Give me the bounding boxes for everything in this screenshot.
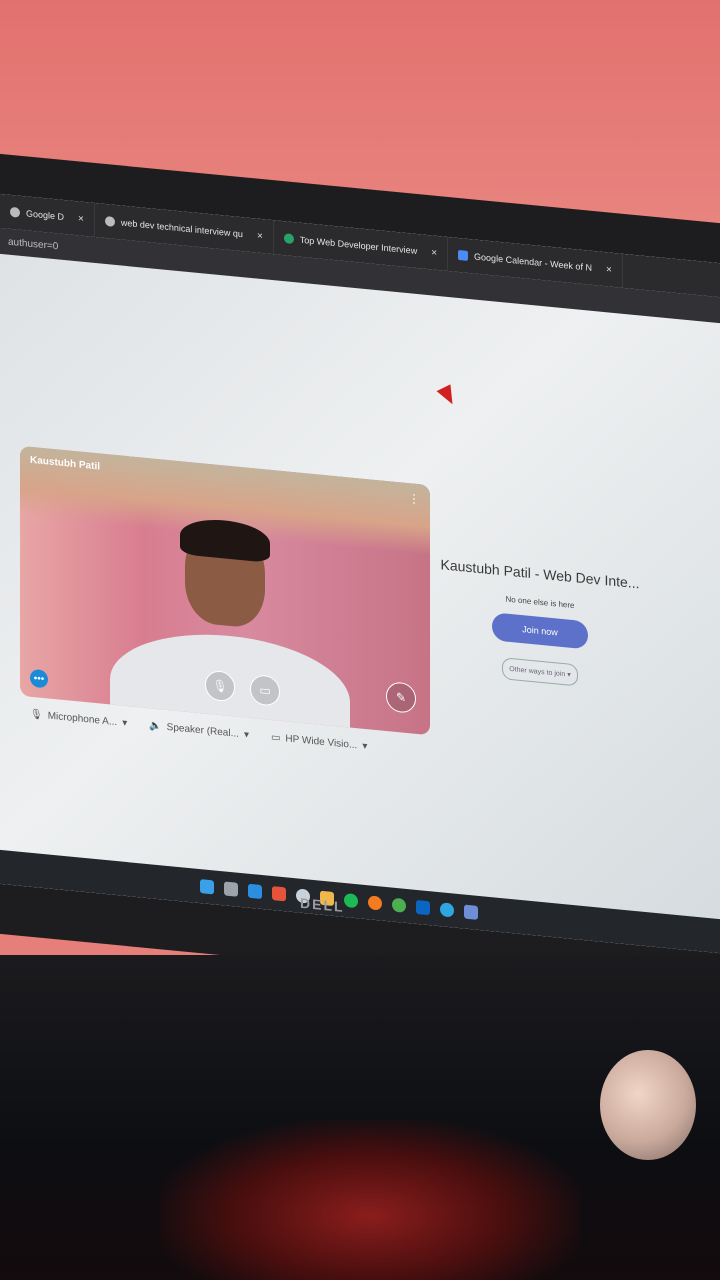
laptop-screen: Google D × web dev technical interview q…: [0, 193, 720, 958]
speaker-label: Speaker (Real...: [166, 721, 239, 740]
tab-label: Google D: [26, 208, 65, 223]
camera-label: HP Wide Visio...: [285, 733, 358, 752]
microphone-label: Microphone A...: [47, 710, 118, 729]
chevron-down-icon: ▾: [565, 671, 571, 679]
vscode-icon[interactable]: [248, 883, 262, 900]
video-camera-icon: ▭: [259, 682, 271, 698]
tab-favicon-icon: [104, 215, 115, 227]
windows-start-icon[interactable]: [200, 879, 214, 895]
join-now-button[interactable]: Join now: [492, 612, 588, 650]
tab-label: Top Web Developer Interview: [299, 234, 418, 257]
laptop-lid: Google D × web dev technical interview q…: [0, 150, 720, 1008]
more-options-icon[interactable]: ⋮: [408, 491, 420, 506]
camera-preview: Kaustubh Patil ⋮ 🎙 ▭ ✎ •••: [20, 445, 430, 736]
brave-browser-icon[interactable]: [272, 886, 286, 902]
tab-favicon-icon: [283, 233, 294, 245]
more-options-dots-icon[interactable]: •••: [30, 668, 48, 689]
meeting-title: Kaustubh Patil - Web Dev Inte...: [440, 556, 640, 592]
visual-effects-button[interactable]: ✎: [386, 681, 416, 714]
wallpaper-moon: [600, 1050, 696, 1160]
edge-icon[interactable]: [440, 902, 454, 918]
chevron-down-icon: ▾: [122, 717, 128, 730]
app-icon[interactable]: [368, 895, 382, 911]
tab-favicon-icon: [458, 249, 469, 261]
spotify-icon[interactable]: [344, 892, 358, 909]
tab-close-icon[interactable]: ×: [606, 264, 612, 276]
tab-label: web dev technical interview qu: [120, 217, 243, 240]
meet-page: Kaustubh Patil ⋮ 🎙 ▭ ✎ ••• 🎙 Microphone …: [0, 254, 720, 957]
chevron-down-icon: ▾: [362, 740, 368, 753]
join-panel: Kaustubh Patil - Web Dev Inte... No one …: [440, 556, 640, 692]
speaker-icon: 🔈: [149, 720, 162, 733]
video-camera-icon: ▭: [270, 731, 281, 744]
microphone-icon: 🎙: [212, 678, 228, 694]
microphone-icon: 🎙: [30, 708, 43, 721]
microphone-selector[interactable]: 🎙 Microphone A... ▾: [30, 709, 127, 729]
mouse-cursor-icon: [436, 384, 460, 408]
chevron-down-icon: ▾: [243, 729, 249, 741]
wallpaper-trees: [160, 1120, 580, 1280]
tab-label: Google Calendar - Week of N: [474, 251, 592, 273]
other-ways-label: Other ways to join: [509, 665, 566, 678]
participants-status: No one else is here: [505, 594, 575, 611]
effects-icon: ✎: [395, 689, 407, 705]
tab-close-icon[interactable]: ×: [431, 247, 437, 259]
address-text: authuser=0: [8, 236, 59, 252]
app-icon[interactable]: [464, 904, 478, 920]
linkedin-icon[interactable]: [416, 899, 430, 916]
tab-close-icon[interactable]: ×: [257, 230, 263, 242]
camera-selector[interactable]: ▭ HP Wide Visio... ▾: [271, 732, 367, 752]
tab-favicon-icon: [10, 206, 20, 218]
chrome-icon[interactable]: [392, 897, 406, 913]
file-explorer-icon[interactable]: [224, 881, 238, 897]
speaker-selector[interactable]: 🔈 Speaker (Real... ▾: [149, 720, 249, 741]
tab-close-icon[interactable]: ×: [78, 213, 84, 225]
other-ways-to-join-button[interactable]: Other ways to join ▾: [502, 657, 578, 687]
